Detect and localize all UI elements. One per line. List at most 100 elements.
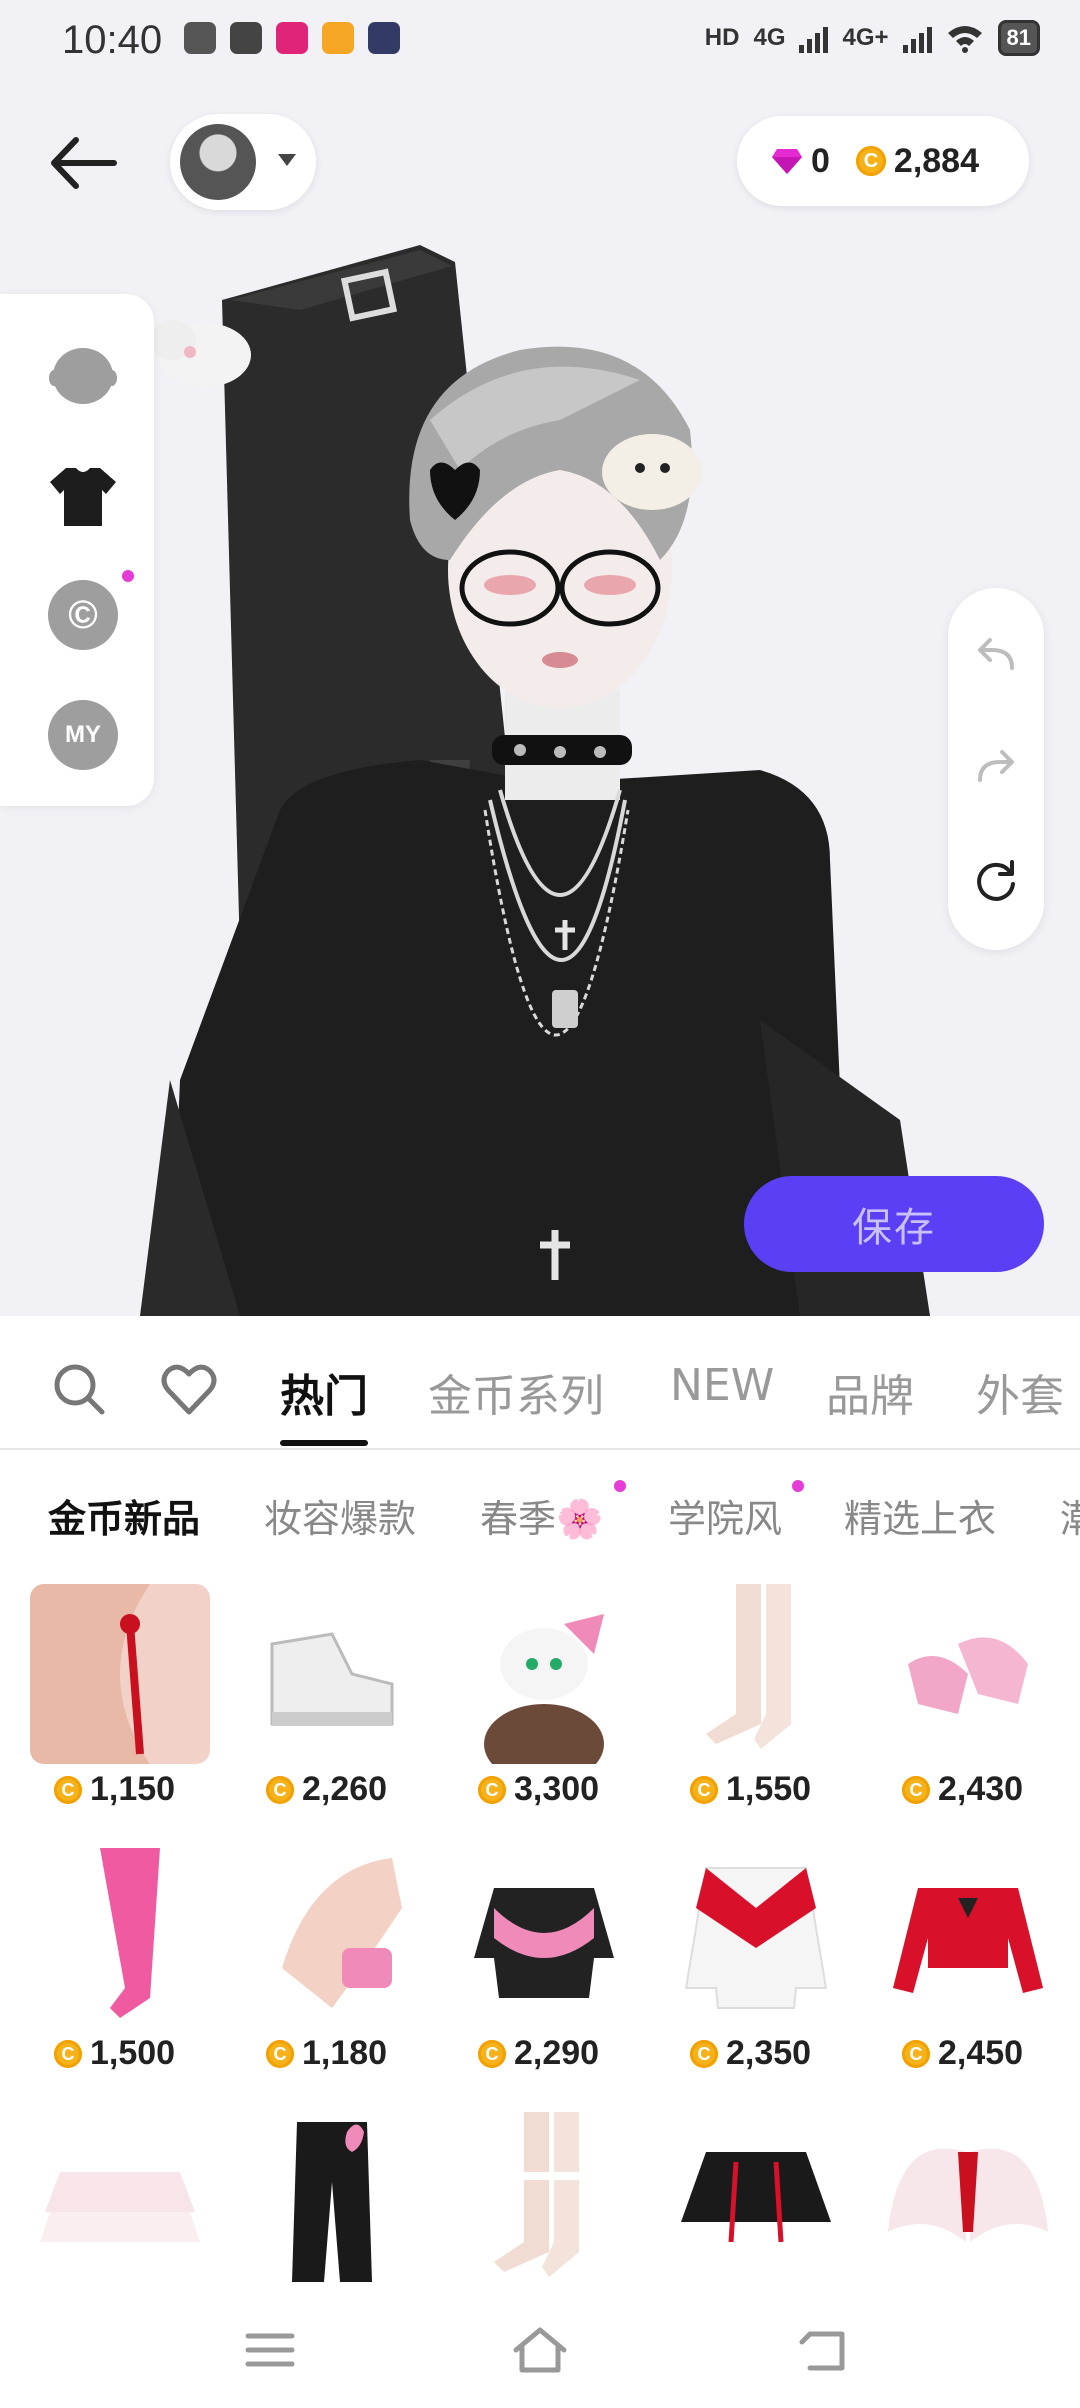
currency-balance[interactable]: 0 C 2,884 [737,116,1029,206]
pink-app-notification-icon [276,22,308,54]
tab-new[interactable]: NEW [670,1360,774,1411]
shirt-icon[interactable] [48,460,118,530]
status-bar: 10:40 HD 4G 4G+ 81 [0,0,1080,84]
price-label: C 2,430 [902,1770,1023,1809]
ribbon-earring-thumb [30,1584,210,1764]
coin-icon: C [266,1775,294,1804]
heart-icon[interactable] [160,1362,218,1416]
redo-icon[interactable] [972,742,1020,790]
undo-icon[interactable] [972,630,1020,678]
status-app-icons [184,22,400,54]
coin-icon: C [478,2039,506,2068]
category-rail: © MY [0,294,154,806]
price-value: 2,260 [302,1770,388,1808]
edit-history-rail [948,588,1044,950]
coin-icon: C [902,1775,930,1804]
status-indicators: HD 4G 4G+ 81 [705,20,1040,56]
notification-dot [122,570,134,582]
price-value: 1,150 [90,1770,176,1808]
back-icon[interactable] [796,2320,856,2380]
subtab-makeup[interactable]: 妆容爆款 [264,1488,416,1543]
play-app-notification-icon [368,22,400,54]
price-label: C 2,260 [266,1770,387,1809]
hd-icon: HD [704,24,740,51]
coin-icon: C [690,2039,718,2068]
heart-cardigan-thumb [666,1848,846,2028]
white-sneakers-thumb [242,1584,422,1764]
item-card[interactable]: C 2,350 [656,1848,856,2098]
search-icon[interactable] [50,1360,108,1418]
price-value: 3,300 [514,1770,600,1808]
tab-coat[interactable]: 外套 [976,1360,1064,1424]
video-app-notification-icon [322,22,354,54]
item-card[interactable]: C 2,450 [868,1848,1068,2098]
pink-heels-thumb [878,1584,1058,1764]
lace-socks-thumb [454,2112,634,2292]
cat-headband-thumb [454,1584,634,1764]
signal-icon-2 [902,23,932,53]
price-value: 1,550 [726,1770,812,1808]
price-label: C 2,350 [690,2034,811,2073]
subtab-spring[interactable]: 春季🌸 [480,1488,603,1543]
menu-icon[interactable] [240,2320,300,2380]
item-card[interactable]: C 2,260 [232,1584,432,1834]
status-time: 10:40 [62,18,163,62]
item-card[interactable]: C 1,500 [20,1848,220,2098]
heart-ring-thumb [242,1848,422,2028]
pink-tights-thumb [30,1848,210,2028]
sheer-socks-thumb [666,1584,846,1764]
price-label: C 1,550 [690,1770,811,1809]
signal-4g-label: 4G [753,24,786,51]
pink-jacket-thumb [454,1848,634,2028]
coin-icon: C [855,146,886,176]
home-icon[interactable] [510,2320,570,2380]
battery-indicator: 81 [997,20,1040,56]
coin-count: 2,884 [893,141,980,180]
red-top-thumb [878,1848,1058,2028]
tab-hot[interactable]: 热门 [280,1360,368,1424]
item-card[interactable]: C 3,300 [444,1584,644,1834]
tab-coin-series[interactable]: 金币系列 [428,1360,604,1424]
price-value: 2,290 [514,2034,600,2072]
signal-icon [799,23,829,53]
avatar-switcher[interactable] [170,114,316,210]
copyright-icon[interactable]: © [48,580,118,650]
price-value: 2,430 [938,1770,1024,1808]
head-icon[interactable] [48,340,118,410]
price-value: 2,450 [938,2034,1024,2072]
coin-icon: C [478,1775,506,1804]
notification-dot [792,1480,804,1492]
item-card[interactable]: C 1,150 [20,1584,220,1834]
save-button[interactable]: 保存 [744,1176,1044,1272]
tab-brand[interactable]: 品牌 [826,1360,914,1424]
reset-icon[interactable] [972,856,1020,904]
item-card[interactable]: C 1,550 [656,1584,856,1834]
black-pants-thumb [242,2112,422,2292]
frill-skirt-thumb [30,2112,210,2292]
wifi-icon [947,26,982,53]
system-nav-bar [0,2290,1080,2408]
coin-icon: C [54,1775,82,1804]
item-card[interactable]: C 2,290 [444,1848,644,2098]
diamond-icon [772,149,802,174]
my-icon[interactable]: MY [48,700,118,770]
subtab-academy[interactable]: 学院风 [668,1488,782,1543]
item-card[interactable]: C 1,180 [232,1848,432,2098]
subtab-tops[interactable]: 精选上衣 [844,1488,996,1543]
angel-wings-thumb [878,2112,1058,2292]
price-label: C 1,150 [54,1770,175,1809]
subtab-coin-new[interactable]: 金币新品 [48,1488,200,1543]
item-card[interactable]: C 2,430 [868,1584,1068,1834]
mail-notification-icon [230,22,262,54]
coin-icon: C [54,2039,82,2068]
price-value: 1,180 [302,2034,388,2072]
back-arrow-icon[interactable] [44,128,124,198]
chevron-down-icon [278,154,296,166]
coin-icon: C [266,2039,294,2068]
black-skirt-thumb [666,2112,846,2292]
avatar [180,124,256,200]
notification-dot [614,1480,626,1492]
subtab-trend[interactable]: 潮 [1060,1488,1080,1543]
price-value: 2,350 [726,2034,812,2072]
price-value: 1,500 [90,2034,176,2072]
